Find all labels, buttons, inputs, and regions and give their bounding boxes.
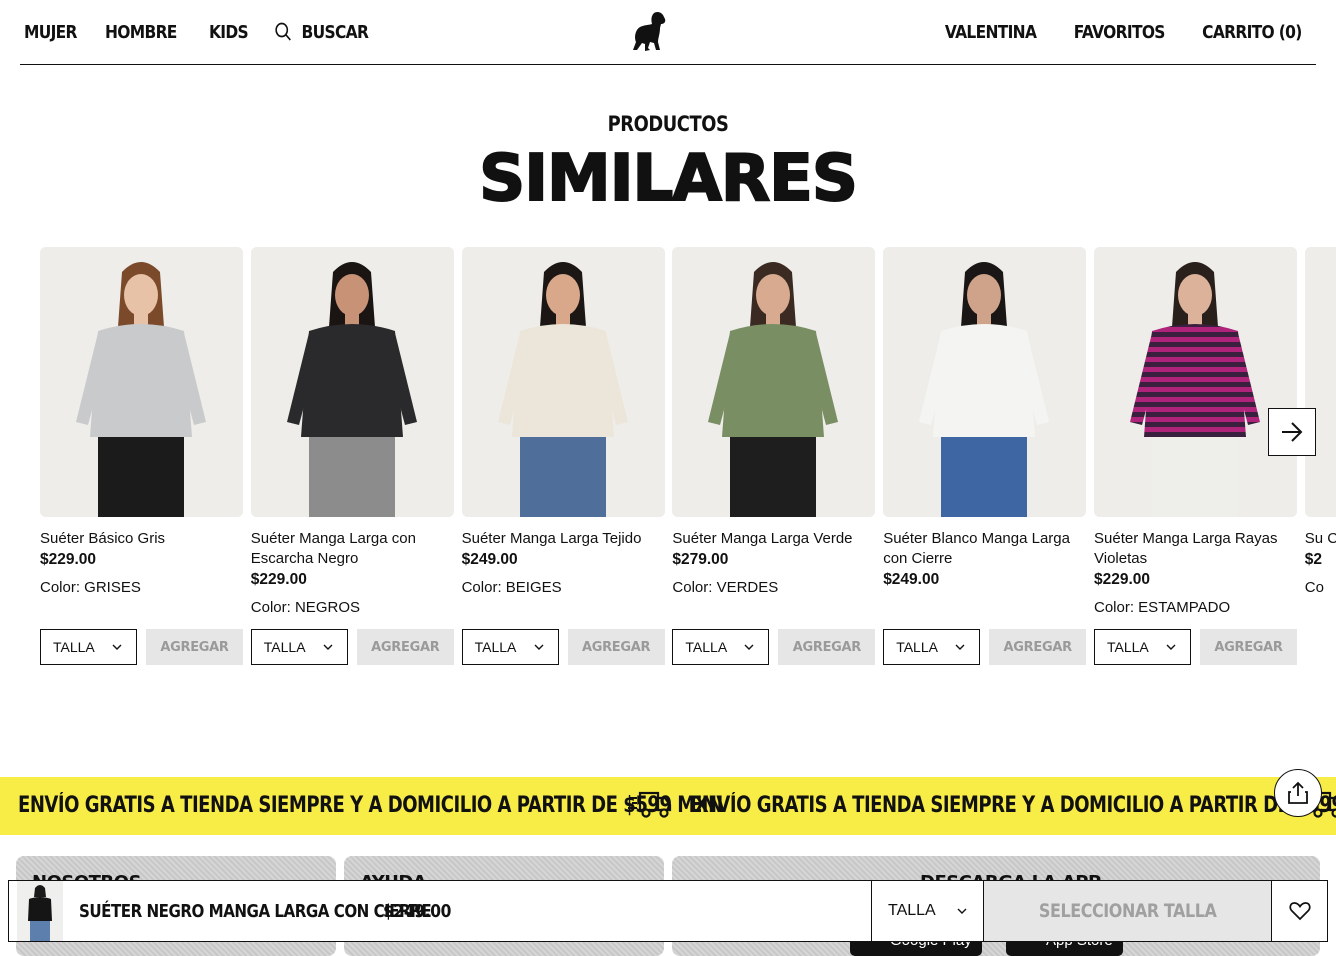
- product-price: $229.00: [40, 550, 243, 570]
- search-label: BUSCAR: [302, 22, 369, 43]
- search-button[interactable]: BUSCAR: [274, 21, 368, 43]
- product-name[interactable]: Suéter Blanco Manga Larga con Cierre: [883, 529, 1079, 569]
- add-to-cart-button[interactable]: AGREGAR: [1200, 629, 1297, 665]
- product-image[interactable]: [672, 247, 875, 517]
- product-color: Color: BEIGES: [462, 578, 665, 598]
- section-subtitle: PRODUCTOS: [100, 112, 1236, 136]
- sticky-product-thumbnail: [17, 881, 63, 941]
- size-select[interactable]: TALLA: [40, 629, 137, 665]
- shipping-banner: ENVÍO GRATIS A TIENDA SIEMPRE Y A DOMICI…: [0, 777, 1336, 835]
- size-select[interactable]: TALLA: [883, 629, 980, 665]
- section-title: SIMILARES: [0, 140, 1336, 218]
- similar-products-carousel: Suéter Básico Gris$229.00Color: GRISESTA…: [40, 247, 1336, 677]
- size-select[interactable]: TALLA: [672, 629, 769, 665]
- product-color: Color: NEGROS: [251, 598, 454, 618]
- product-image[interactable]: [1094, 247, 1297, 517]
- nav-mujer[interactable]: MUJER: [24, 22, 77, 43]
- favorites-link[interactable]: FAVORITOS: [1073, 22, 1164, 43]
- sticky-product-bar: SUÉTER NEGRO MANGA LARGA CON CIERRE $249…: [8, 880, 1328, 942]
- product-price: $249.00: [883, 570, 1086, 590]
- truck-icon: [628, 788, 672, 822]
- product-card[interactable]: Suéter Manga Larga Tejido$249.00 Color: B…: [462, 247, 665, 598]
- nav-left: MUJER HOMBRE KIDS BUSCAR: [20, 21, 400, 43]
- product-controls: TALLA AGREGAR: [883, 629, 1086, 665]
- size-select-label: TALLA: [53, 639, 95, 655]
- chevron-down-icon: [1166, 644, 1176, 650]
- add-to-cart-button[interactable]: AGREGAR: [989, 629, 1086, 665]
- product-name[interactable]: Suéter Manga Larga con Escarcha Negro: [251, 529, 447, 569]
- favorite-button[interactable]: [1271, 881, 1327, 941]
- shipping-banner-text: ENVÍO GRATIS A TIENDA SIEMPRE Y A DOMICI…: [18, 793, 723, 818]
- product-color: Color: GRISES: [40, 578, 243, 598]
- sticky-product-price: $249.00: [383, 881, 512, 941]
- chevron-down-icon: [323, 644, 333, 650]
- product-image[interactable]: [1305, 247, 1336, 517]
- share-button[interactable]: [1274, 769, 1322, 817]
- product-image[interactable]: [40, 247, 243, 517]
- size-select[interactable]: TALLA: [462, 629, 559, 665]
- product-name[interactable]: Suéter Básico Gris: [40, 529, 236, 549]
- product-image[interactable]: [251, 247, 454, 517]
- chevron-down-icon: [744, 644, 754, 650]
- product-color: Color: ESTAMPADO: [1094, 598, 1297, 618]
- product-name[interactable]: Su Ca: [1305, 529, 1336, 549]
- product-controls: TALLA AGREGAR: [251, 629, 454, 665]
- share-icon: [1287, 781, 1309, 805]
- heart-icon: [1289, 901, 1311, 921]
- product-price: $229.00: [251, 570, 454, 590]
- chevron-down-icon: [534, 644, 544, 650]
- logo-icon[interactable]: [630, 10, 670, 54]
- select-size-label: SELECCIONAR TALLA: [1039, 900, 1217, 922]
- size-select-label: TALLA: [685, 639, 727, 655]
- product-image[interactable]: [462, 247, 665, 517]
- sticky-product-name: SUÉTER NEGRO MANGA LARGA CON CIERRE: [79, 881, 381, 941]
- cart-link[interactable]: CARRITO (0): [1203, 22, 1302, 43]
- size-select-label: TALLA: [264, 639, 306, 655]
- product-card[interactable]: Suéter Manga Larga Verde$279.00 Color: VE…: [672, 247, 875, 598]
- product-price: $2: [1305, 550, 1336, 570]
- product-color: Co: [1305, 578, 1336, 598]
- nav-hombre[interactable]: HOMBRE: [105, 22, 177, 43]
- chevron-down-icon: [955, 644, 965, 650]
- size-select-label: TALLA: [896, 639, 938, 655]
- nav-kids[interactable]: KIDS: [209, 22, 248, 43]
- product-price: $279.00: [672, 550, 875, 570]
- product-controls: TALLA AGREGAR: [40, 629, 243, 665]
- product-card[interactable]: Suéter Manga Larga con Escarcha Negro$22…: [251, 247, 454, 618]
- search-icon: [274, 21, 293, 43]
- product-name[interactable]: Suéter Manga Larga Tejido: [462, 529, 658, 549]
- product-price: $249.00: [462, 550, 665, 570]
- chevron-down-icon: [957, 908, 967, 914]
- product-controls: TALLA AGREGAR: [1094, 629, 1297, 665]
- product-controls: TALLA AGREGAR: [462, 629, 665, 665]
- size-select[interactable]: TALLA: [1094, 629, 1191, 665]
- add-to-cart-button[interactable]: AGREGAR: [357, 629, 454, 665]
- sticky-size-label: TALLA: [888, 902, 936, 920]
- select-size-button[interactable]: SELECCIONAR TALLA: [983, 881, 1271, 941]
- product-controls: TALLA AGREGAR: [672, 629, 875, 665]
- nav-right: VALENTINA FAVORITOS CARRITO (0): [908, 22, 1302, 43]
- size-select[interactable]: TALLA: [251, 629, 348, 665]
- product-image[interactable]: [883, 247, 1086, 517]
- product-name[interactable]: Suéter Manga Larga Rayas Violetas: [1094, 529, 1290, 569]
- carousel-next-button[interactable]: [1268, 408, 1316, 456]
- add-to-cart-button[interactable]: AGREGAR: [568, 629, 665, 665]
- add-to-cart-button[interactable]: AGREGAR: [778, 629, 875, 665]
- product-card[interactable]: Suéter Blanco Manga Larga con Cierre$249…: [883, 247, 1086, 590]
- arrow-right-icon: [1280, 421, 1304, 443]
- product-name[interactable]: Suéter Manga Larga Verde: [672, 529, 868, 549]
- product-color: Color: VERDES: [672, 578, 875, 598]
- chevron-down-icon: [112, 644, 122, 650]
- account-link[interactable]: VALENTINA: [945, 22, 1036, 43]
- sticky-size-select[interactable]: TALLA: [871, 881, 983, 941]
- add-to-cart-button[interactable]: AGREGAR: [146, 629, 243, 665]
- product-card[interactable]: Suéter Manga Larga Rayas Violetas$229.00…: [1094, 247, 1297, 618]
- size-select-label: TALLA: [1107, 639, 1149, 655]
- shipping-banner-text-repeat: ENVÍO GRATIS A TIENDA SIEMPRE Y A DOMICI…: [690, 793, 1336, 818]
- size-select-label: TALLA: [475, 639, 517, 655]
- product-price: $229.00: [1094, 570, 1297, 590]
- product-card[interactable]: Suéter Básico Gris$229.00Color: GRISESTA…: [40, 247, 243, 598]
